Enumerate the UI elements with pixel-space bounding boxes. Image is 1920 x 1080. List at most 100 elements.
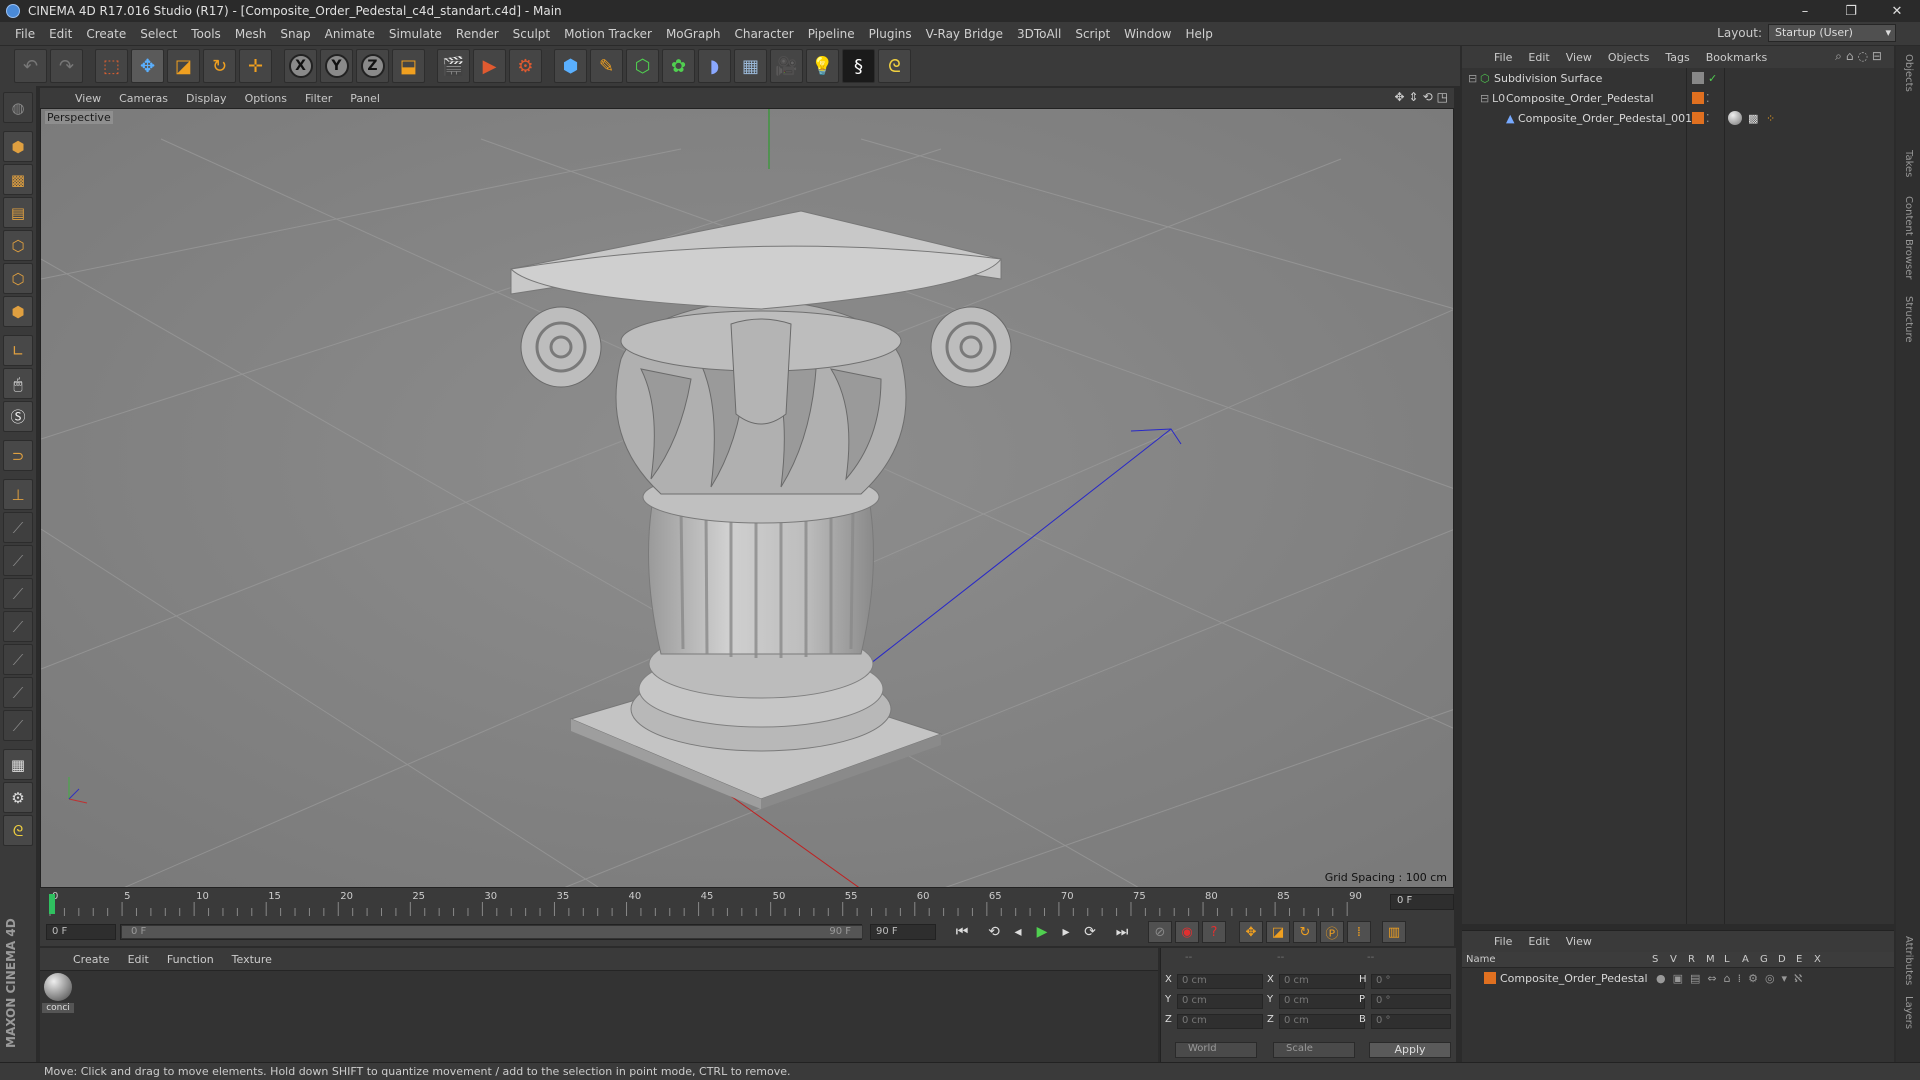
- rotate-tool-icon[interactable]: ↻: [203, 49, 236, 83]
- sculpt-grab-icon[interactable]: ⟋: [3, 611, 33, 642]
- go-to-start-icon[interactable]: ⏮: [950, 921, 974, 943]
- layer-color-box[interactable]: [1692, 112, 1704, 124]
- 3d-viewport[interactable]: Perspective Grid Spacing : 100 cm: [40, 108, 1454, 888]
- menu-character[interactable]: Character: [727, 27, 800, 41]
- menu-animate[interactable]: Animate: [318, 27, 382, 41]
- go-to-end-icon[interactable]: ⏭: [1110, 921, 1134, 943]
- python-icon[interactable]: ᘓ: [878, 49, 911, 83]
- edges-mode-icon[interactable]: ⬡: [3, 263, 33, 294]
- material-swatch[interactable]: conci: [42, 973, 74, 1015]
- frame-range-slider[interactable]: 0 F 90 F: [120, 924, 863, 940]
- edit-render-settings-icon[interactable]: ⚙: [509, 49, 542, 83]
- recent-tools-icon[interactable]: ✛: [239, 49, 272, 83]
- rotation-p-field[interactable]: 0 °: [1371, 994, 1451, 1009]
- om-search-home-icons[interactable]: ⌕⌂◌⊟: [1835, 49, 1886, 64]
- render-view-icon[interactable]: 🎬: [437, 49, 470, 83]
- tweak-mode-icon[interactable]: 🖱: [3, 368, 33, 399]
- viewport-menu-options[interactable]: Options: [236, 92, 296, 105]
- material-menu-function[interactable]: Function: [158, 953, 223, 966]
- coordinate-system-icon[interactable]: ⬓: [392, 49, 425, 83]
- menu-pipeline[interactable]: Pipeline: [801, 27, 862, 41]
- tab-objects[interactable]: Objects: [1903, 54, 1914, 92]
- menu-mesh[interactable]: Mesh: [228, 27, 274, 41]
- viewport-menu-filter[interactable]: Filter: [296, 92, 341, 105]
- current-frame-field[interactable]: 0 F: [1390, 894, 1454, 910]
- lm-menu-view[interactable]: View: [1558, 935, 1600, 948]
- snap-magnet-icon[interactable]: ⊃: [3, 440, 33, 471]
- sculpt-knife-icon[interactable]: ⟋: [3, 677, 33, 708]
- rotation-key-icon[interactable]: ↻: [1293, 921, 1317, 943]
- size-y-field[interactable]: 0 cm: [1279, 994, 1365, 1009]
- material-menu-texture[interactable]: Texture: [223, 953, 281, 966]
- autokeying-icon[interactable]: ?: [1202, 921, 1226, 943]
- menu-script[interactable]: Script: [1068, 27, 1117, 41]
- point-level-animation-icon[interactable]: ⁞: [1347, 921, 1371, 943]
- sculpt-smooth-icon[interactable]: ⟋: [3, 578, 33, 609]
- minimize-button[interactable]: –: [1782, 0, 1828, 22]
- om-menu-edit[interactable]: Edit: [1520, 51, 1557, 64]
- scale-key-icon[interactable]: ◪: [1266, 921, 1290, 943]
- size-mode-select[interactable]: Scale: [1273, 1042, 1355, 1058]
- close-button[interactable]: ✕: [1874, 0, 1920, 22]
- lm-menu-file[interactable]: File: [1486, 935, 1520, 948]
- size-z-field[interactable]: 0 cm: [1279, 1014, 1365, 1029]
- enabled-check-icon[interactable]: ✓: [1708, 72, 1717, 85]
- menu-render[interactable]: Render: [449, 27, 506, 41]
- lock-icon[interactable]: ⚙: [3, 782, 33, 813]
- cloner-icon[interactable]: ✿: [662, 49, 695, 83]
- light-icon[interactable]: 💡: [806, 49, 839, 83]
- pen-spline-icon[interactable]: ✎: [590, 49, 623, 83]
- om-menu-view[interactable]: View: [1558, 51, 1600, 64]
- deformer-icon[interactable]: ◗: [698, 49, 731, 83]
- menu-tools[interactable]: Tools: [184, 27, 228, 41]
- python-script-icon[interactable]: ᘓ: [3, 815, 33, 846]
- menu-3dtoall[interactable]: 3DToAll: [1010, 27, 1068, 41]
- timeline-window-icon[interactable]: ▥: [1382, 921, 1406, 943]
- motion-record-icon[interactable]: ⊘: [1148, 921, 1172, 943]
- grid-snap-icon[interactable]: ▦: [3, 749, 33, 780]
- object-row-composite-order-pedestal-001[interactable]: ▲ Composite_Order_Pedestal_001 ⁚ ▩ ⁘: [1462, 108, 1894, 128]
- menu-simulate[interactable]: Simulate: [382, 27, 449, 41]
- menu-help[interactable]: Help: [1178, 27, 1219, 41]
- om-menu-file[interactable]: File: [1486, 51, 1520, 64]
- next-frame-icon[interactable]: ▸: [1054, 921, 1078, 943]
- om-menu-objects[interactable]: Objects: [1600, 51, 1658, 64]
- parameter-key-icon[interactable]: Ⓟ: [1320, 921, 1344, 943]
- om-menu-bookmarks[interactable]: Bookmarks: [1698, 51, 1775, 64]
- phong-tag-icon[interactable]: ⁘: [1766, 112, 1775, 125]
- texture-mode-icon[interactable]: ▩: [3, 164, 33, 195]
- collapse-toggle-icon[interactable]: ⊟: [1480, 92, 1489, 105]
- menu-create[interactable]: Create: [79, 27, 133, 41]
- sculpt-pull-icon[interactable]: ⟋: [3, 545, 33, 576]
- viewport-menu-cameras[interactable]: Cameras: [110, 92, 177, 105]
- menu-sculpt[interactable]: Sculpt: [506, 27, 557, 41]
- menu-mograph[interactable]: MoGraph: [659, 27, 728, 41]
- tab-layers[interactable]: Layers: [1903, 996, 1914, 1029]
- tab-attributes[interactable]: Attributes: [1903, 936, 1914, 985]
- menu-snap[interactable]: Snap: [273, 27, 317, 41]
- layer-color-swatch[interactable]: [1484, 972, 1496, 984]
- live-selection-icon[interactable]: ⬚: [95, 49, 128, 83]
- sculpt-flatten-icon[interactable]: ⟋: [3, 710, 33, 741]
- position-x-field[interactable]: 0 cm: [1177, 974, 1263, 989]
- vray-icon[interactable]: §: [842, 49, 875, 83]
- material-tag-icon[interactable]: [1728, 111, 1742, 125]
- texture-tag-icon[interactable]: ▩: [1748, 112, 1758, 125]
- position-key-icon[interactable]: ✥: [1239, 921, 1263, 943]
- viewport-menu-view[interactable]: View: [66, 92, 110, 105]
- playhead-marker[interactable]: [49, 894, 55, 914]
- layer-row[interactable]: Composite_Order_Pedestal ●▣▤⇔⌂⁞⚙◎▾ℵ: [1462, 968, 1894, 988]
- material-menu-create[interactable]: Create: [64, 953, 119, 966]
- previous-key-icon[interactable]: ⟲: [982, 921, 1006, 943]
- layer-color-box[interactable]: [1692, 72, 1704, 84]
- cube-primitive-icon[interactable]: ⬢: [554, 49, 587, 83]
- workplane-icon[interactable]: ⊥: [3, 479, 33, 510]
- solo-mode-icon[interactable]: Ⓢ: [3, 401, 33, 432]
- layer-flag-icons[interactable]: ●▣▤⇔⌂⁞⚙◎▾ℵ: [1656, 972, 1809, 985]
- menu-motion-tracker[interactable]: Motion Tracker: [557, 27, 659, 41]
- object-row-composite-order-pedestal[interactable]: ⊟ L0 Composite_Order_Pedestal ⁚: [1462, 88, 1894, 108]
- size-x-field[interactable]: 0 cm: [1279, 974, 1365, 989]
- position-z-field[interactable]: 0 cm: [1177, 1014, 1263, 1029]
- sculpt-inflate-icon[interactable]: ⟋: [3, 644, 33, 675]
- maximize-button[interactable]: ❐: [1828, 0, 1874, 22]
